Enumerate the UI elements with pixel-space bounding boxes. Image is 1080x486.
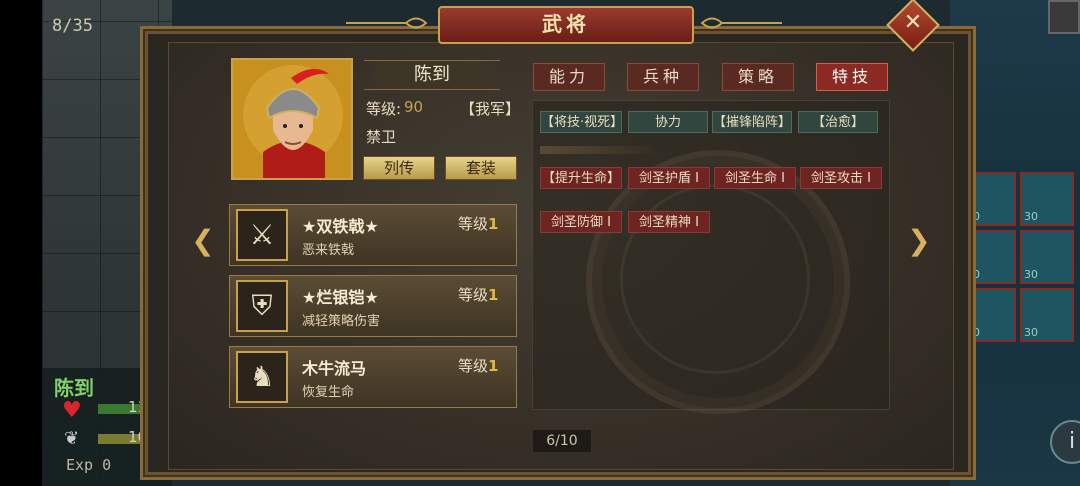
board-tile[interactable]: 30 <box>1020 288 1074 342</box>
equipment-level: 等级1 <box>458 213 498 234</box>
unit-name: 陈到 <box>54 376 94 400</box>
equipment-level: 等级1 <box>458 355 498 376</box>
biography-button[interactable]: 列传 <box>363 156 435 180</box>
dialog-title: 武将 <box>438 6 694 44</box>
tab-ability[interactable]: 能力 <box>533 63 605 91</box>
equipment-slot-armor[interactable]: ⛨ ★烂银铠★ 减轻策略伤害 等级1 <box>229 275 517 337</box>
tile-label: 30 <box>1024 268 1038 281</box>
equipment-name: ★双铁戟★ <box>302 217 379 236</box>
equipment-set-button[interactable]: 套装 <box>445 156 517 180</box>
turn-counter: 8/35 <box>52 16 93 36</box>
equipment-name: ★烂银铠★ <box>302 288 379 307</box>
level-value: 90 <box>404 98 424 116</box>
equipment-desc: 恢复生命 <box>302 385 355 400</box>
equipment-level-label: 等级 <box>458 357 489 375</box>
title-ornament-right <box>700 17 782 29</box>
armor-icon: ⛨ <box>236 280 288 332</box>
skill-chip[interactable]: 协力 <box>628 111 708 133</box>
board-tile[interactable]: 30 <box>1020 230 1074 284</box>
skill-chip[interactable]: 【治愈】 <box>798 111 878 133</box>
general-portrait <box>231 58 353 180</box>
left-letterbox <box>0 0 42 486</box>
equipment-level: 等级1 <box>458 284 498 305</box>
skill-chip[interactable]: 【提升生命】 <box>540 167 622 189</box>
board-tile[interactable]: 30 <box>1020 172 1074 226</box>
equipment-level-value: 1 <box>488 286 499 304</box>
page-indicator: 6/10 <box>533 430 591 452</box>
wooden-ox-icon: ♞ <box>236 351 288 403</box>
feather-icon: ❦ <box>64 428 80 449</box>
skill-chip[interactable]: 剑圣生命 I <box>714 167 796 189</box>
equipment-slot-weapon[interactable]: ⚔ ★双铁戟★ 恶来铁戟 等级1 <box>229 204 517 266</box>
exp-label: Exp 0 <box>66 456 112 474</box>
equipment-name: 木牛流马 <box>302 359 367 378</box>
equipment-level-label: 等级 <box>458 215 489 233</box>
equipment-level-label: 等级 <box>458 286 489 304</box>
skill-divider <box>540 146 660 154</box>
skill-chip[interactable]: 剑圣防御 I <box>540 211 622 233</box>
skill-chip[interactable]: 剑圣攻击 I <box>800 167 882 189</box>
equipment-slot-item[interactable]: ♞ 木牛流马 恢复生命 等级1 <box>229 346 517 408</box>
level-label: 等级: <box>366 100 402 118</box>
skill-chip[interactable]: 剑圣精神 I <box>628 211 710 233</box>
faction-label: 【我军】 <box>460 100 521 118</box>
next-general-arrow-icon[interactable]: ❯ <box>906 226 932 256</box>
equipment-desc: 恶来铁戟 <box>302 243 355 258</box>
warrior-portrait-icon <box>233 60 351 178</box>
equipment-level-value: 1 <box>488 357 499 375</box>
skill-chip[interactable]: 【将技·视死】 <box>540 111 623 133</box>
menu-corner-button[interactable] <box>1048 0 1080 34</box>
tab-special-skills[interactable]: 特技 <box>816 63 888 91</box>
skill-chip[interactable]: 【摧锋陷阵】 <box>712 111 792 133</box>
tab-strategy[interactable]: 策略 <box>722 63 794 91</box>
crossed-halberds-icon: ⚔ <box>236 209 288 261</box>
previous-general-arrow-icon[interactable]: ❮ <box>190 226 216 256</box>
unit-type-label: 禁卫 <box>366 128 397 146</box>
equipment-desc: 减轻策略伤害 <box>302 314 381 329</box>
tab-troop-type[interactable]: 兵种 <box>627 63 699 91</box>
title-ornament-left <box>346 17 428 29</box>
skill-chip[interactable]: 剑圣护盾 I <box>628 167 710 189</box>
tile-label: 30 <box>1024 326 1038 339</box>
tile-label: 30 <box>1024 210 1038 223</box>
close-x-icon[interactable]: ✕ <box>900 8 926 38</box>
heart-icon: ♥ <box>62 398 82 423</box>
equipment-level-value: 1 <box>488 215 499 233</box>
general-name: 陈到 <box>364 60 500 90</box>
